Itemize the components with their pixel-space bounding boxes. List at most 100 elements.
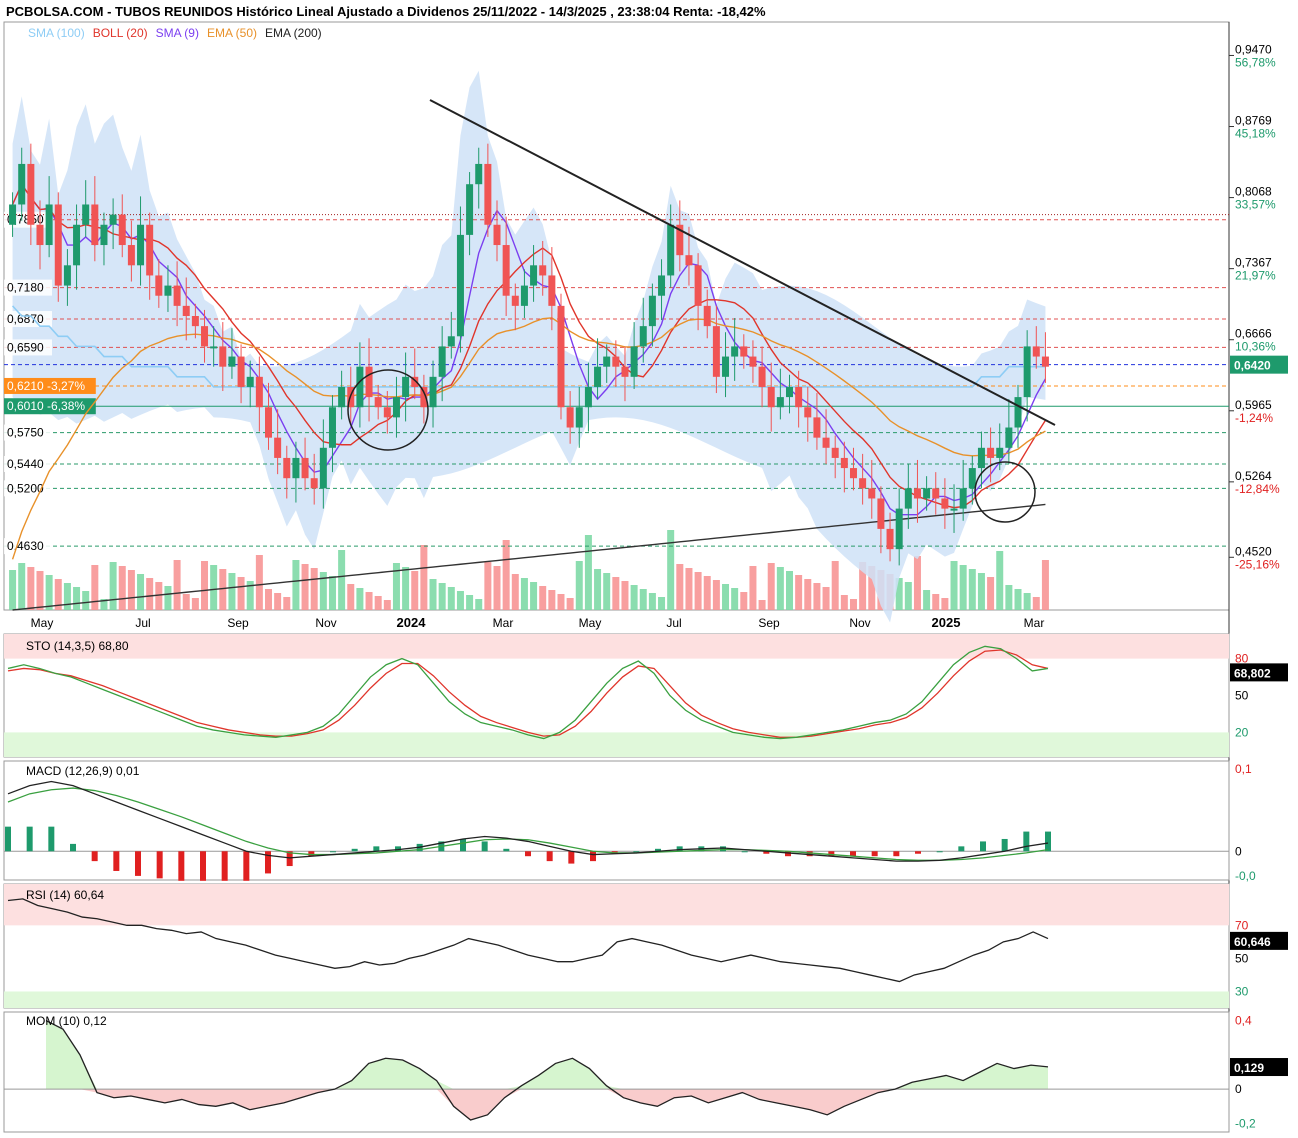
macd-panel <box>3 760 1230 881</box>
mom-tick: -0,2 <box>1235 1116 1256 1130</box>
candle-body <box>493 224 501 246</box>
y-tick-pct: -25,16% <box>1235 557 1280 571</box>
volume-bar <box>466 595 474 610</box>
volume-bar <box>356 588 364 610</box>
macd-histogram-bar <box>330 851 336 853</box>
annotation-circle <box>974 461 1036 523</box>
level-label: 0,7180 <box>7 281 44 295</box>
macd-signal-line <box>7 787 1049 861</box>
candle-body <box>895 508 903 550</box>
macd-histogram-bar <box>1001 838 1008 852</box>
stoch-oversold-zone <box>4 732 1229 757</box>
volume-bar <box>913 556 921 610</box>
volume-bar <box>923 590 931 610</box>
volume-bar <box>429 579 437 610</box>
volume-bar <box>9 570 17 610</box>
candle-body <box>274 437 282 458</box>
stoch-label: STO (14,3,5) 68,80 <box>26 639 129 653</box>
candle-body <box>932 488 940 499</box>
volume-bar <box>164 586 172 610</box>
macd-histogram-bar <box>720 846 726 852</box>
candle-body <box>109 214 117 225</box>
y-tick-label: 0,5264 <box>1235 469 1272 483</box>
candle-body <box>63 265 71 286</box>
volume-bar <box>539 586 547 610</box>
volume-bar <box>722 584 730 610</box>
candle-body <box>859 478 867 489</box>
volume-bar <box>548 590 556 610</box>
volume-bar <box>109 562 117 610</box>
x-tick-label: Sep <box>758 616 780 630</box>
candle-body <box>475 163 483 185</box>
y-tick-pct: 21,97% <box>1235 269 1276 283</box>
volume-bar <box>255 555 263 610</box>
y-tick-pct: -1,24% <box>1235 411 1273 425</box>
candle-body <box>722 356 730 377</box>
volume-bar <box>374 596 382 610</box>
candle-body <box>511 295 519 306</box>
candle-body <box>767 386 775 408</box>
candle-body <box>822 437 830 448</box>
candle-body <box>594 366 602 387</box>
candle-body <box>219 346 227 367</box>
level-label: 0,5440 <box>7 457 44 471</box>
x-tick-label: May <box>579 616 602 630</box>
candle-body <box>776 397 784 408</box>
x-tick-label: Mar <box>493 616 514 630</box>
macd-histogram-bar <box>936 851 943 853</box>
candle-body <box>648 295 656 327</box>
volume-bar <box>411 571 419 610</box>
y-tick-label: 0,8769 <box>1235 114 1272 128</box>
candle-body <box>868 488 876 499</box>
volume-bar <box>849 599 857 610</box>
candle-body <box>530 265 538 286</box>
volume-bar <box>1041 560 1049 610</box>
macd-histogram-bar <box>26 826 33 852</box>
rsi-tick: 30 <box>1235 984 1249 998</box>
candle-body <box>466 184 474 235</box>
volume-bar <box>493 566 501 610</box>
candle-body <box>438 346 446 377</box>
candle-body <box>301 457 309 479</box>
candle-body <box>338 386 346 408</box>
volume-bar <box>237 577 245 610</box>
stoch-tick: 50 <box>1235 689 1249 703</box>
candle-body <box>73 224 81 266</box>
macd-histogram-bar <box>221 851 228 881</box>
volume-bar <box>402 567 410 610</box>
candle-body <box>566 407 574 428</box>
candle-body <box>877 498 885 529</box>
macd-tick: 0 <box>1235 844 1242 858</box>
candle-body <box>173 285 181 306</box>
volume-bar <box>648 593 656 610</box>
candle-body <box>365 366 373 398</box>
volume-bar <box>118 566 126 610</box>
rsi-label: RSI (14) 60,64 <box>26 888 104 902</box>
volume-bar <box>420 545 428 610</box>
candle-body <box>137 224 145 266</box>
candle-body <box>658 275 666 296</box>
level-label: 0,4630 <box>7 539 44 553</box>
candle-body <box>1005 427 1013 448</box>
candle-body <box>100 224 108 246</box>
candle-body <box>612 356 620 367</box>
mom-negative-area <box>46 1089 1048 1120</box>
x-tick-label: Jul <box>666 616 681 630</box>
volume-bar <box>557 594 565 610</box>
level-label: 0,6210 -3,27% <box>7 379 85 393</box>
candle-body <box>45 204 53 246</box>
x-tick-label: 2025 <box>932 615 961 630</box>
candle-body <box>694 265 702 306</box>
candle-body <box>603 356 611 367</box>
volume-bar <box>804 579 812 610</box>
candle-body <box>795 386 803 408</box>
candle-body <box>310 478 318 489</box>
candle-body <box>447 336 455 347</box>
volume-bar <box>18 563 26 610</box>
candle-body <box>319 447 327 489</box>
macd-histogram-bar <box>178 851 185 881</box>
candle-body <box>118 214 126 246</box>
volume-bar <box>694 572 702 610</box>
volume-bar <box>447 587 455 610</box>
price-chart: 0,78500,71800,68700,65900,6210 -3,27%0,6… <box>3 21 1288 1133</box>
